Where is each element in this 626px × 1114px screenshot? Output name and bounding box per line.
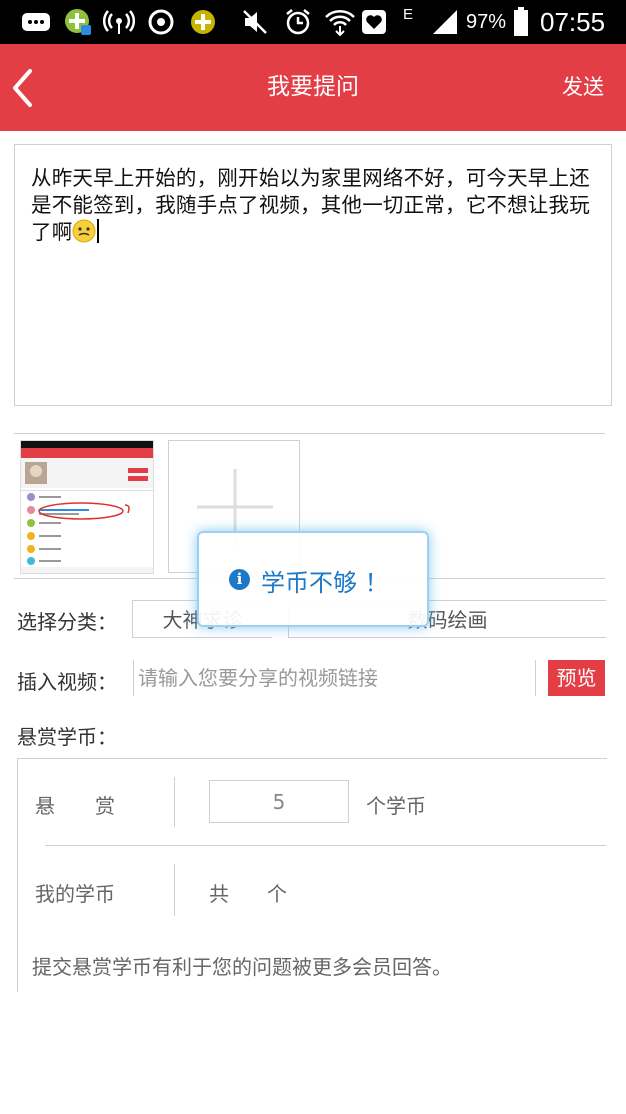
divider [174, 864, 175, 916]
my-coins-prefix: 共 [209, 882, 229, 906]
send-button[interactable]: 发送 [562, 44, 604, 131]
question-text: 从昨天早上开始的，刚开始以为家里网络不好，可今天早上还是不能签到，我随手点了视频… [31, 166, 590, 244]
battery-percent: 97% [466, 11, 507, 33]
page-title: 我要提问 [267, 74, 359, 100]
network-type: E [403, 6, 414, 23]
category-label: 选择分类： [17, 610, 117, 634]
video-link-input[interactable]: 请输入您要分享的视频链接 [133, 660, 536, 696]
messages-icon [20, 6, 52, 38]
sync-icon [146, 6, 176, 38]
toast-text: 学币不够 ！ [261, 569, 389, 597]
divider [174, 777, 175, 827]
reward-tip: 提交悬赏学币有利于您的问题被更多会员回答。 [32, 955, 452, 979]
reward-label: 悬 赏 [35, 794, 115, 818]
my-coins-suffix: 个 [267, 882, 287, 906]
clock: 07:55 [540, 7, 606, 37]
attachment-thumbnail[interactable] [20, 440, 154, 574]
toast-message: i 学币不够 ！ [197, 531, 429, 627]
hotspot-icon [102, 6, 136, 38]
screenshot-thumbnail-image [21, 441, 153, 573]
battery-icon [511, 6, 531, 38]
title-bar: 我要提问 发送 [0, 44, 626, 131]
question-textarea[interactable]: 从昨天早上开始的，刚开始以为家里网络不好，可今天早上还是不能签到，我随手点了视频… [14, 144, 612, 406]
favorite-app-icon [360, 6, 388, 38]
reward-section-label: 悬赏学币： [17, 725, 117, 749]
video-label: 插入视频： [17, 670, 117, 694]
divider [45, 845, 606, 846]
status-bar: E 97% 07:55 [0, 0, 626, 44]
reward-unit: 个学币 [366, 794, 426, 818]
chevron-left-icon [13, 69, 32, 107]
info-icon: i [229, 569, 250, 590]
mute-icon [240, 6, 270, 38]
preview-button[interactable]: 预览 [548, 660, 605, 696]
reward-amount-input[interactable]: 5 [209, 780, 349, 823]
my-coins-label: 我的学币 [35, 882, 115, 906]
text-cursor [97, 219, 100, 243]
alarm-icon [283, 6, 313, 38]
back-button[interactable] [6, 64, 42, 112]
wifi-icon [323, 6, 357, 38]
app-update-icon [188, 6, 218, 38]
divider [14, 433, 605, 434]
signal-icon [430, 6, 460, 38]
app-notification-icon [62, 6, 94, 38]
awkward-emoji-icon [72, 219, 96, 243]
